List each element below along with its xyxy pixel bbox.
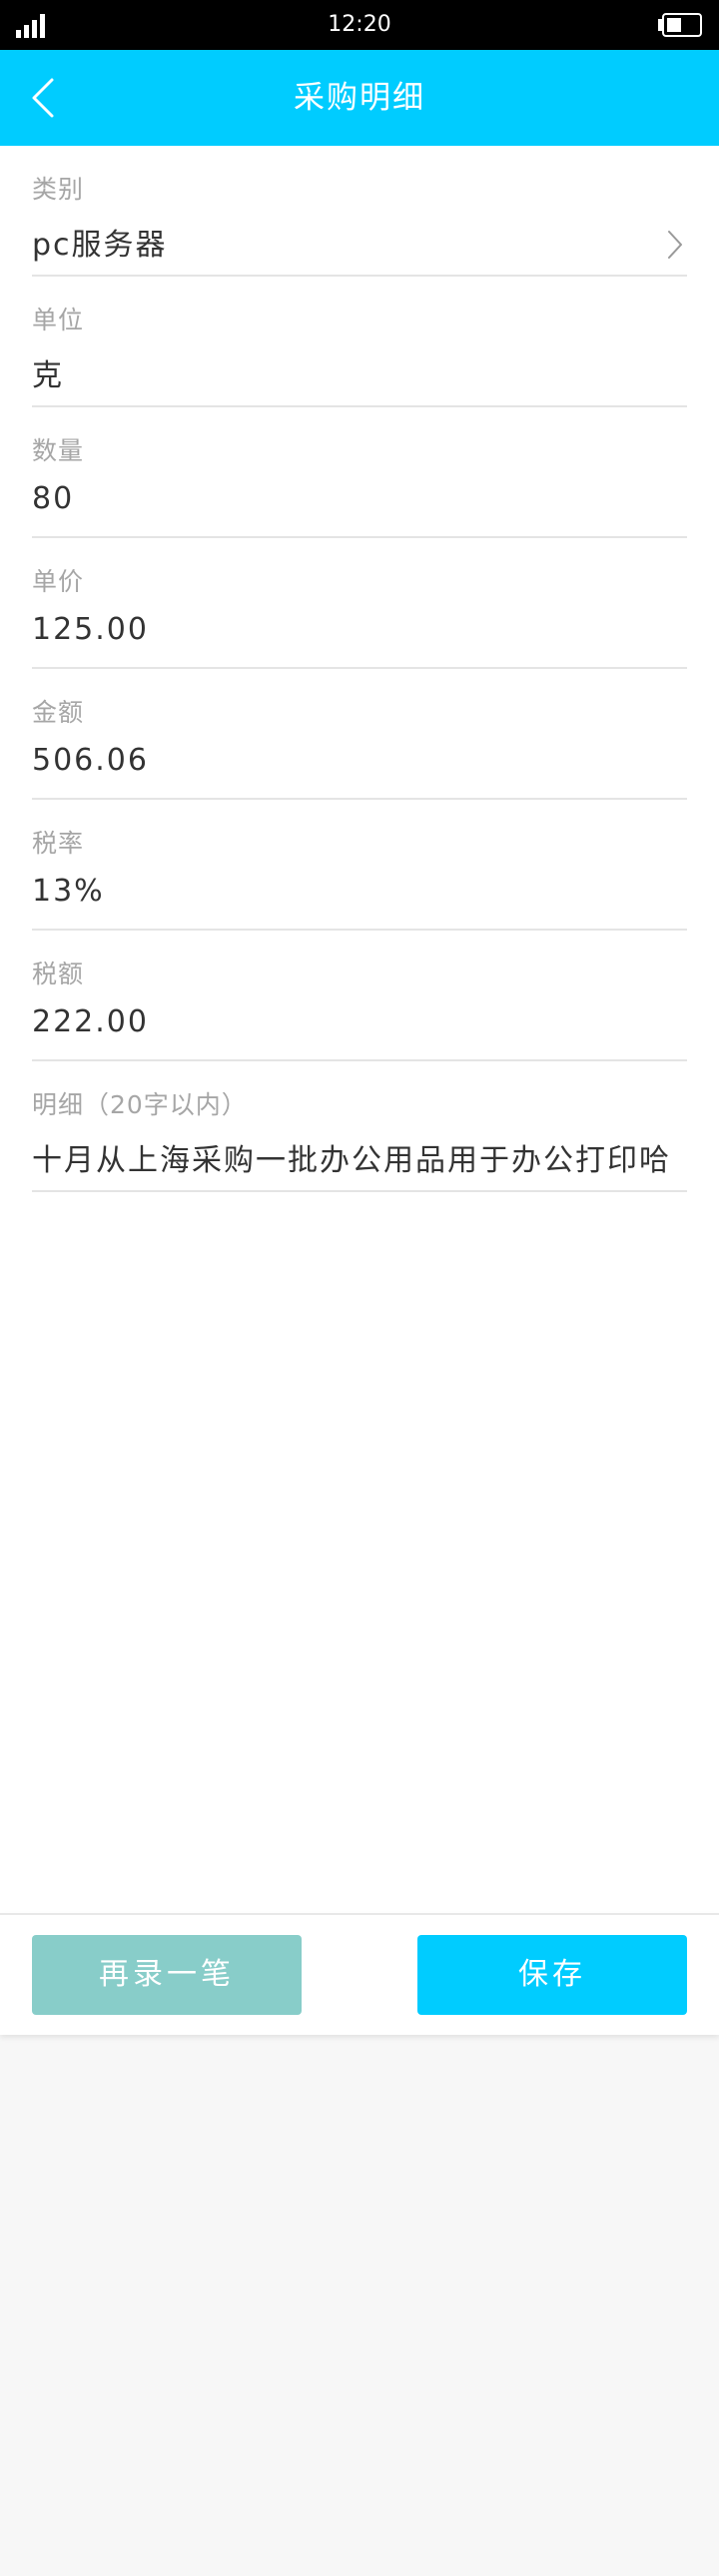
amount-field[interactable]: 金额 506.06 [32, 669, 687, 800]
quantity-field[interactable]: 数量 80 [32, 407, 687, 538]
amount-value[interactable]: 506.06 [32, 743, 687, 778]
category-label: 类别 [32, 175, 85, 204]
amount-label: 金额 [32, 698, 85, 727]
unit-field[interactable]: 单位 克 [32, 277, 687, 407]
page: 12:20 采购明细 类别 pc服务器 单位 克 数量 80 单价 125.00… [0, 0, 719, 2576]
page-title: 采购明细 [294, 80, 425, 116]
description-field[interactable]: 明细（20字以内） 十月从上海采购一批办公用品用于办公打印哈 [32, 1061, 687, 1192]
unit-label: 单位 [32, 306, 85, 334]
unit-value[interactable]: 克 [32, 350, 687, 394]
quantity-label: 数量 [32, 436, 85, 465]
unit-price-field[interactable]: 单价 125.00 [32, 538, 687, 669]
status-time: 12:20 [328, 12, 391, 37]
tax-amount-value[interactable]: 222.00 [32, 1004, 687, 1039]
header: 采购明细 [0, 50, 719, 146]
battery-icon [658, 13, 702, 37]
status-bar: 12:20 [0, 0, 719, 50]
tax-rate-field[interactable]: 税率 13% [32, 800, 687, 931]
bottom-action-bar: 再录一笔 保存 [0, 1913, 719, 2035]
tax-rate-label: 税率 [32, 829, 85, 858]
tax-rate-value[interactable]: 13% [32, 874, 687, 909]
category-value[interactable]: pc服务器 [32, 220, 687, 264]
category-field[interactable]: 类别 pc服务器 [32, 146, 687, 277]
save-button[interactable]: 保存 [417, 1935, 687, 2015]
description-value[interactable]: 十月从上海采购一批办公用品用于办公打印哈 [32, 1135, 687, 1179]
purchase-detail-form: 类别 pc服务器 单位 克 数量 80 单价 125.00 金额 506.06 … [0, 146, 719, 1915]
unit-price-value[interactable]: 125.00 [32, 612, 687, 647]
description-label: 明细（20字以内） [32, 1090, 248, 1119]
tax-amount-label: 税额 [32, 960, 85, 988]
record-another-button[interactable]: 再录一笔 [32, 1935, 302, 2015]
tax-amount-field[interactable]: 税额 222.00 [32, 931, 687, 1061]
unit-price-label: 单价 [32, 567, 85, 596]
quantity-value[interactable]: 80 [32, 481, 687, 516]
chevron-right-icon[interactable] [667, 230, 683, 260]
